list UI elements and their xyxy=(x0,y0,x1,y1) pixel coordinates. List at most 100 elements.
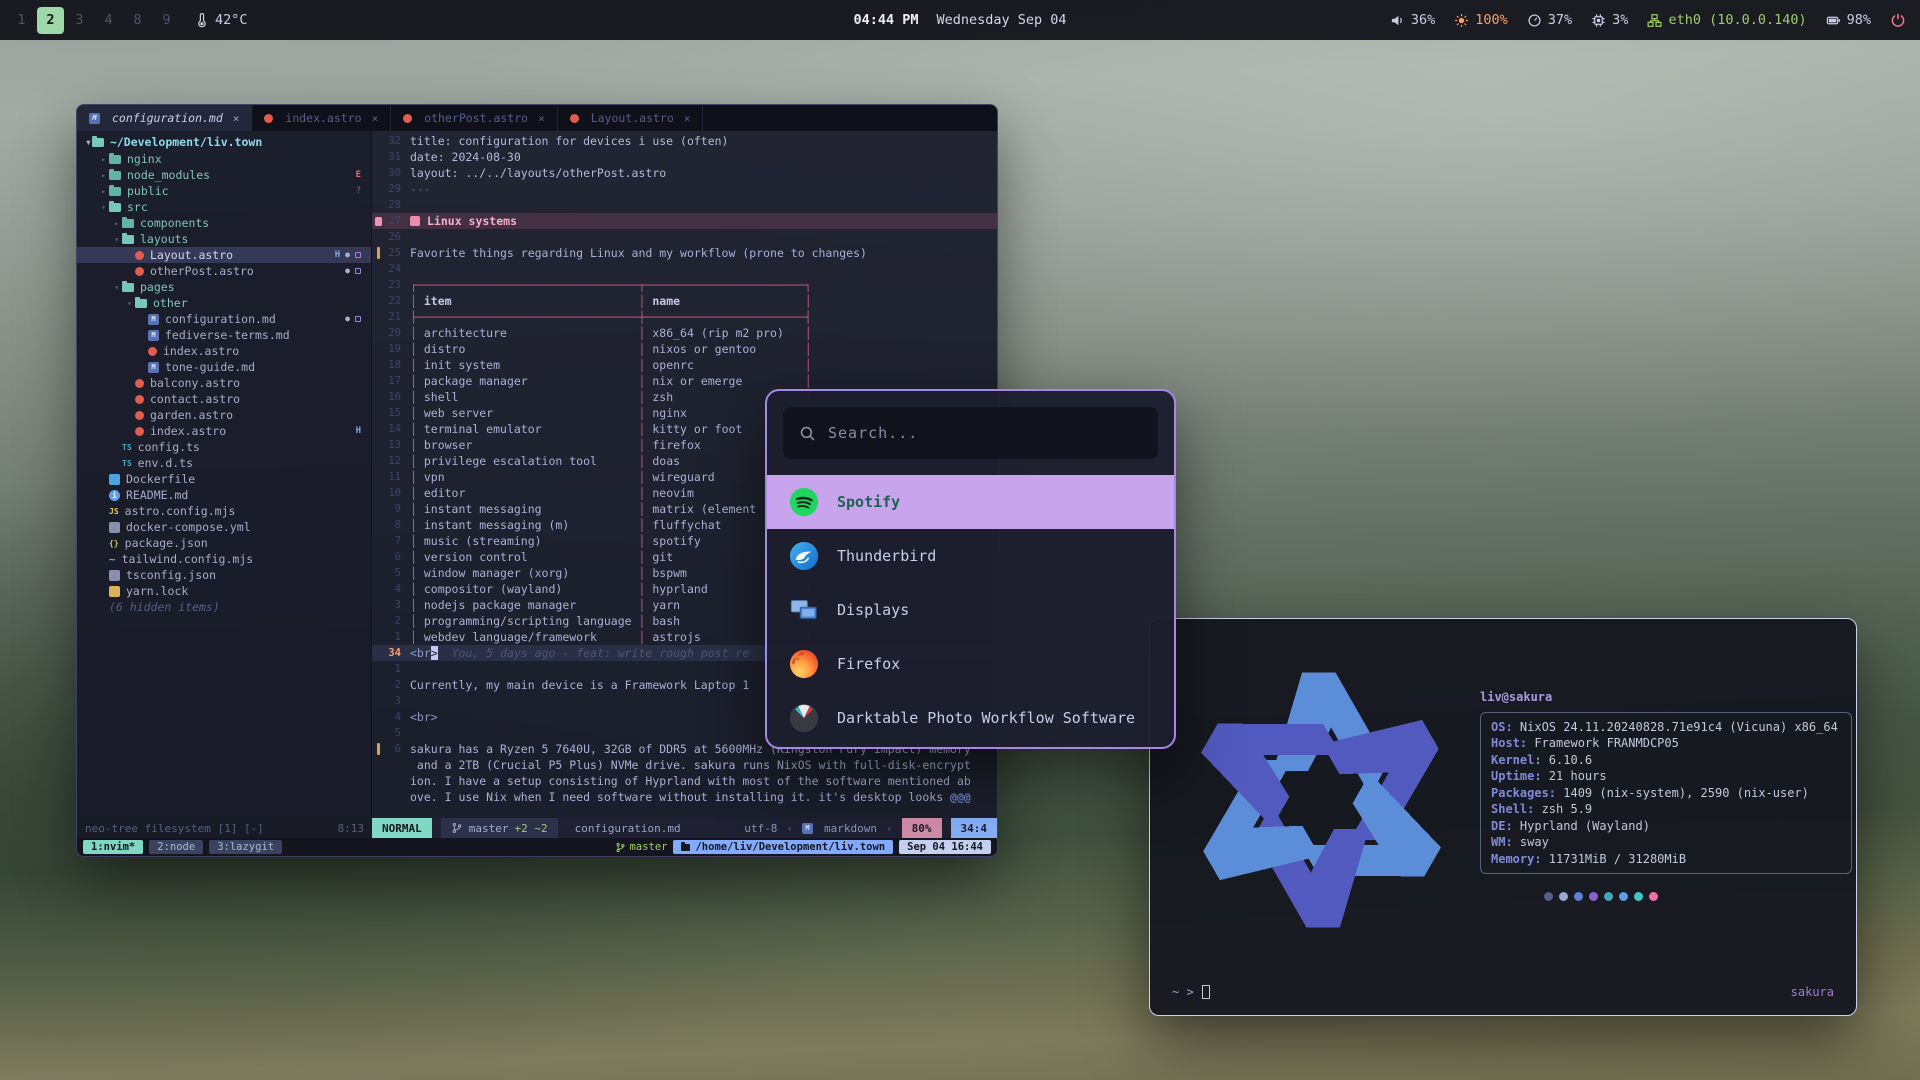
close-tab-icon[interactable]: × xyxy=(372,112,379,125)
tree-item-balcony.astro[interactable]: balcony.astro xyxy=(77,375,371,391)
line-number: 2 xyxy=(384,615,410,627)
tree-item-garden.astro[interactable]: garden.astro xyxy=(77,407,371,423)
ethernet-icon xyxy=(1647,13,1662,28)
tree-item-otherpost.astro[interactable]: otherPost.astro● xyxy=(77,263,371,279)
astro-icon xyxy=(264,114,273,123)
user-host: liv@sakura xyxy=(1480,689,1848,706)
session-name: sakura xyxy=(1791,984,1834,1001)
module-value: 3% xyxy=(1612,12,1628,28)
tree-item-node-modules[interactable]: ▸node_modulesE xyxy=(77,167,371,183)
tree-item-label: otherPost.astro xyxy=(150,264,254,278)
line-number: 15 xyxy=(384,407,410,419)
tree-item-nginx[interactable]: ▸nginx xyxy=(77,151,371,167)
tree-item-tailwind.config.mjs[interactable]: tailwind.config.mjs xyxy=(77,551,371,567)
chevron-down-icon: ▾ xyxy=(124,299,135,308)
power-icon[interactable] xyxy=(1890,12,1906,28)
tree-item-configuration.md[interactable]: configuration.md● xyxy=(77,311,371,327)
launcher-item-firefox[interactable]: Firefox xyxy=(767,637,1174,691)
tree-item-package.json[interactable]: package.json xyxy=(77,535,371,551)
line-text: │ music (streaming) │ spotify │ xyxy=(410,534,812,548)
tree-item-config.ts[interactable]: config.ts xyxy=(77,439,371,455)
tree-item-index.astro[interactable]: index.astroH xyxy=(77,423,371,439)
tree-item-public[interactable]: ▸public? xyxy=(77,183,371,199)
shell-prompt[interactable]: ~ > sakura xyxy=(1172,984,1834,1001)
editor-line: ion. I have a setup consisting of Hyprla… xyxy=(372,773,997,789)
workspace-8[interactable]: 8 xyxy=(124,7,151,34)
status-badge xyxy=(355,316,361,322)
tree-item-env.d.ts[interactable]: env.d.ts xyxy=(77,455,371,471)
tree-item-fediverse-terms.md[interactable]: fediverse-terms.md xyxy=(77,327,371,343)
line-number: 28 xyxy=(384,199,410,211)
line-text: │ browser │ firefox │ xyxy=(410,438,812,452)
line-text: │ distro │ nixos or gentoo │ xyxy=(410,342,812,356)
fetch-info-row: Packages: 1409 (nix-system), 2590 (nix-u… xyxy=(1491,785,1841,802)
line-number: 10 xyxy=(384,487,410,499)
tree-item-layout.astro[interactable]: Layout.astroH● xyxy=(77,247,371,263)
workspaces: 123489 xyxy=(8,7,180,34)
tree-item-dockerfile[interactable]: Dockerfile xyxy=(77,471,371,487)
tree-item-astro.config.mjs[interactable]: astro.config.mjs xyxy=(77,503,371,519)
launcher-item-darktable[interactable]: Darktable Photo Workflow Software xyxy=(767,691,1174,745)
tmux-window-lazygit[interactable]: 3:lazygit xyxy=(209,840,282,854)
editor-line: ove. I use Nix when I need software with… xyxy=(372,789,997,805)
launcher-results: Spotify Thunderbird xyxy=(767,475,1174,745)
line-number: 8 xyxy=(384,519,410,531)
tree-item-docker-compose.yml[interactable]: docker-compose.yml xyxy=(77,519,371,535)
tree-item--6-hidden-items-[interactable]: (6 hidden items) xyxy=(77,599,371,615)
tmux-window-node[interactable]: 2:node xyxy=(149,840,203,854)
line-number: 16 xyxy=(384,391,410,403)
editor-line: and a 2TB (Crucial P5 Plus) NVMe drive. … xyxy=(372,757,997,773)
typescript-icon xyxy=(122,443,132,452)
tree-root[interactable]: ▾ ~/Development/liv.town xyxy=(77,133,371,151)
close-tab-icon[interactable]: × xyxy=(233,112,240,125)
tree-item-label: nginx xyxy=(127,152,162,166)
tree-item-readme.md[interactable]: README.md xyxy=(77,487,371,503)
line-text: ├────────────────────────────────┼──────… xyxy=(410,310,812,324)
fetch-info-value: 1409 (nix-system), 2590 (nix-user) xyxy=(1556,786,1809,800)
line-number: 18 xyxy=(384,359,410,371)
close-tab-icon[interactable]: × xyxy=(684,112,691,125)
tab-otherpost-astro[interactable]: otherPost.astro × xyxy=(391,105,557,131)
search-input[interactable]: Search... xyxy=(783,407,1158,459)
launcher-item-spotify[interactable]: Spotify xyxy=(767,475,1174,529)
launcher-item-thunderbird[interactable]: Thunderbird xyxy=(767,529,1174,583)
tree-item-layouts[interactable]: ▾layouts xyxy=(77,231,371,247)
tab-index-astro[interactable]: index.astro × xyxy=(252,105,391,131)
tree-item-tsconfig.json[interactable]: tsconfig.json xyxy=(77,567,371,583)
tree-item-src[interactable]: ▾src xyxy=(77,199,371,215)
workspace-1[interactable]: 1 xyxy=(8,7,35,34)
fetch-info-row: OS: NixOS 24.11.20240828.71e91c4 (Vicuna… xyxy=(1491,719,1841,736)
fetch-info-row: Host: Framework FRANMDCP05 xyxy=(1491,735,1841,752)
line-text: Currently, my main device is a Framework… xyxy=(410,678,749,692)
line-text: <br> xyxy=(410,710,438,724)
line-text xyxy=(410,726,417,740)
workspace-9[interactable]: 9 xyxy=(153,7,180,34)
book-icon xyxy=(410,216,420,226)
tab-configuration-md[interactable]: configuration.md × xyxy=(77,105,252,131)
tree-item-components[interactable]: ▸components xyxy=(77,215,371,231)
tree-item-tone-guide.md[interactable]: tone-guide.md xyxy=(77,359,371,375)
tab-layout-astro[interactable]: Layout.astro × xyxy=(558,105,704,131)
module-value: 36% xyxy=(1411,12,1435,28)
workspace-4[interactable]: 4 xyxy=(95,7,122,34)
tree-item-other[interactable]: ▾other xyxy=(77,295,371,311)
tree-item-contact.astro[interactable]: contact.astro xyxy=(77,391,371,407)
tree-item-pages[interactable]: ▾pages xyxy=(77,279,371,295)
editor-line: 27Linux systems xyxy=(372,213,997,229)
cursor-position: 34:4 xyxy=(951,818,998,838)
workspace-3[interactable]: 3 xyxy=(66,7,93,34)
fetch-info-value: NixOS 24.11.20240828.71e91c4 (Vicuna) x8… xyxy=(1513,720,1838,734)
editor-line: 18│ init system │ openrc │ xyxy=(372,357,997,373)
tmux-window-nvim[interactable]: 1:nvim* xyxy=(83,840,143,854)
tree-item-index.astro[interactable]: index.astro xyxy=(77,343,371,359)
line-text: and a 2TB (Crucial P5 Plus) NVMe drive. … xyxy=(410,758,971,772)
line-text xyxy=(410,694,417,708)
tree-item-yarn.lock[interactable]: yarn.lock xyxy=(77,583,371,599)
filetype-segment: markdown xyxy=(802,822,877,835)
launcher-item-displays[interactable]: Displays xyxy=(767,583,1174,637)
workspace-2[interactable]: 2 xyxy=(37,7,64,34)
gauge-module: 37% xyxy=(1527,12,1572,28)
clock-time: 04:44 PM xyxy=(853,12,918,28)
line-text: │ terminal emulator │ kitty or foot │ xyxy=(410,422,812,436)
close-tab-icon[interactable]: × xyxy=(538,112,545,125)
